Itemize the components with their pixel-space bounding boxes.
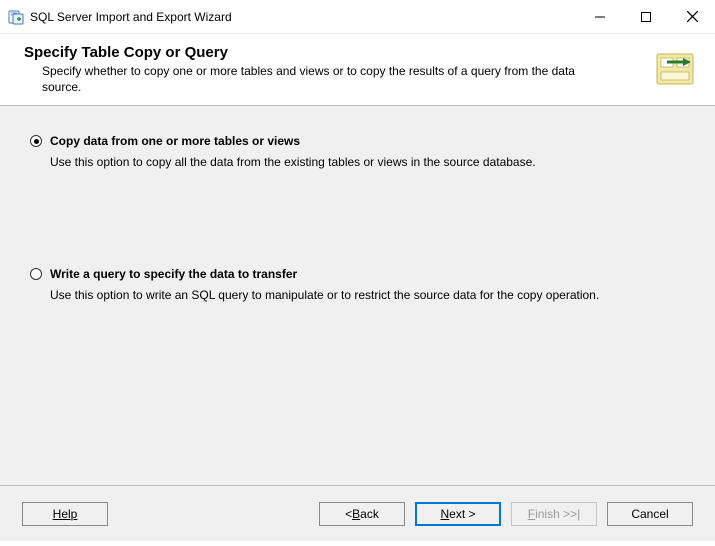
option-write-query[interactable]: Write a query to specify the data to tra…	[30, 267, 689, 303]
option-copy-description: Use this option to copy all the data fro…	[50, 154, 689, 170]
minimize-button[interactable]	[577, 0, 623, 34]
next-button[interactable]: Next >	[415, 502, 501, 526]
finish-button: Finish >>|	[511, 502, 597, 526]
option-copy-tables[interactable]: Copy data from one or more tables or vie…	[30, 134, 689, 170]
window-title: SQL Server Import and Export Wizard	[30, 10, 577, 24]
close-button[interactable]	[669, 0, 715, 34]
header-text-block: Specify Table Copy or Query Specify whet…	[24, 44, 643, 95]
wizard-icon	[651, 44, 699, 92]
option-query-label: Write a query to specify the data to tra…	[50, 267, 297, 281]
option-query-description: Use this option to write an SQL query to…	[50, 287, 689, 303]
app-icon	[8, 9, 24, 25]
wizard-footer: Help < Back Next > Finish >>| Cancel	[0, 485, 715, 541]
help-button[interactable]: Help	[22, 502, 108, 526]
window-controls	[577, 0, 715, 34]
cancel-label: Cancel	[631, 507, 668, 521]
back-hotkey: B	[352, 507, 360, 521]
help-label: Help	[53, 507, 78, 521]
back-button[interactable]: < Back	[319, 502, 405, 526]
header-title: Specify Table Copy or Query	[24, 44, 643, 61]
wizard-content: Copy data from one or more tables or vie…	[0, 106, 715, 485]
header-description: Specify whether to copy one or more tabl…	[24, 63, 643, 95]
next-suffix: ext >	[449, 507, 475, 521]
wizard-header: Specify Table Copy or Query Specify whet…	[0, 34, 715, 106]
option-copy-label: Copy data from one or more tables or vie…	[50, 134, 300, 148]
titlebar: SQL Server Import and Export Wizard	[0, 0, 715, 34]
radio-write-query[interactable]	[30, 268, 42, 280]
next-hotkey: N	[440, 507, 449, 521]
back-suffix: ack	[360, 507, 379, 521]
cancel-button[interactable]: Cancel	[607, 502, 693, 526]
finish-hotkey: F	[528, 507, 535, 521]
back-prefix: <	[345, 507, 352, 521]
finish-suffix: inish >>|	[535, 507, 580, 521]
radio-copy-tables[interactable]	[30, 135, 42, 147]
maximize-button[interactable]	[623, 0, 669, 34]
